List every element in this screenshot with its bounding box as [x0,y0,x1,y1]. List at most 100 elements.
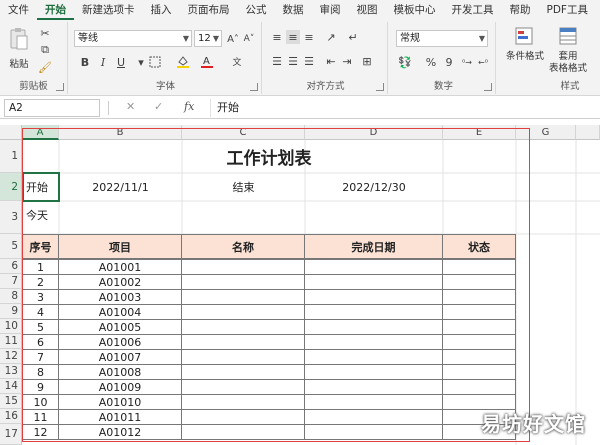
bold-button[interactable]: B [78,55,92,69]
paste-icon[interactable] [8,26,30,52]
conditional-format-button[interactable]: 条件格式 [502,48,548,62]
row-header[interactable]: 13 [0,364,22,379]
align-middle-icon[interactable]: ≡ [286,30,300,44]
row-no-cell[interactable]: 1 [22,259,59,275]
paste-label[interactable]: 粘贴 [6,56,32,70]
chevron-down-icon[interactable]: ▾ [134,55,148,69]
insert-function-icon[interactable]: fx [184,100,194,113]
row-header[interactable]: 14 [0,379,22,394]
row-no-cell[interactable]: 4 [22,304,59,320]
tab-new-tab[interactable]: 新建选项卡 [74,0,143,20]
wrap-text-icon[interactable]: ↵ [346,30,360,44]
tab-formulas[interactable]: 公式 [238,0,275,20]
header-status[interactable]: 状态 [442,234,516,259]
italic-button[interactable]: I [96,55,110,69]
tab-view[interactable]: 视图 [349,0,386,20]
row-no-cell[interactable]: 8 [22,364,59,380]
decrease-decimal-icon[interactable]: ←⁰ [476,55,490,69]
percent-button[interactable]: % [424,55,438,69]
column-header-c[interactable]: C [182,125,305,140]
row-date-cell[interactable] [304,334,443,350]
row-item-cell[interactable]: A01010 [58,394,182,410]
column-header-d[interactable]: D [305,125,443,140]
format-painter-icon[interactable]: 🖌 [38,60,52,74]
tab-template-center[interactable]: 模板中心 [386,0,444,20]
tab-home[interactable]: 开始 [37,0,74,20]
row-no-cell[interactable]: 12 [22,424,59,440]
row-item-cell[interactable]: A01007 [58,349,182,365]
font-launcher-icon[interactable] [250,83,258,91]
row-header[interactable]: 8 [0,289,22,304]
number-launcher-icon[interactable] [484,83,492,91]
end-date-cell[interactable]: 2022/12/30 [305,173,443,201]
row-item-cell[interactable]: A01006 [58,334,182,350]
row-status-cell[interactable] [442,379,516,395]
select-all-corner[interactable] [0,125,22,140]
column-header-next[interactable] [576,125,600,140]
row-item-cell[interactable]: A01011 [58,409,182,425]
header-name[interactable]: 名称 [181,234,305,259]
column-header-g[interactable]: G [516,125,576,140]
row-item-cell[interactable]: A01003 [58,289,182,305]
comma-style-button[interactable]: 9 [442,55,456,69]
row-date-cell[interactable] [304,304,443,320]
row-date-cell[interactable] [304,259,443,275]
copy-icon[interactable]: ⧉ [38,43,52,57]
row-date-cell[interactable] [304,349,443,365]
row-date-cell[interactable] [304,424,443,440]
row-name-cell[interactable] [181,304,305,320]
row-date-cell[interactable] [304,409,443,425]
row-status-cell[interactable] [442,274,516,290]
row-item-cell[interactable]: A01002 [58,274,182,290]
enter-icon[interactable]: ✓ [154,100,163,113]
row-date-cell[interactable] [304,319,443,335]
phonetic-icon[interactable]: 文 [230,54,244,68]
row-no-cell[interactable]: 9 [22,379,59,395]
row-header[interactable]: 10 [0,319,22,334]
tab-review[interactable]: 审阅 [312,0,349,20]
row-name-cell[interactable] [181,379,305,395]
row-no-cell[interactable]: 5 [22,319,59,335]
row-date-cell[interactable] [304,394,443,410]
row-status-cell[interactable] [442,259,516,275]
clipboard-launcher-icon[interactable] [56,83,64,91]
sheet-title[interactable]: 工作计划表 [22,140,516,173]
today-label-cell[interactable]: 今天 [24,201,59,229]
row-status-cell[interactable] [442,304,516,320]
align-top-icon[interactable]: ≡ [270,30,284,44]
row-name-cell[interactable] [181,349,305,365]
font-color-icon[interactable]: A [200,54,214,68]
number-format-combo[interactable]: 常规 ▼ [396,30,488,47]
currency-icon[interactable]: 💱 [398,55,412,69]
row-status-cell[interactable] [442,289,516,305]
column-header-b[interactable]: B [59,125,182,140]
format-as-table-label-2[interactable]: 表格格式 [544,60,592,74]
formula-input[interactable]: 开始 [210,99,598,117]
font-size-combo[interactable]: 12 ▼ [194,30,222,47]
row-status-cell[interactable] [442,319,516,335]
underline-button[interactable]: U [114,55,128,69]
tab-file[interactable]: 文件 [0,0,37,20]
tab-developer[interactable]: 开发工具 [444,0,502,20]
row-item-cell[interactable]: A01008 [58,364,182,380]
format-as-table-icon[interactable] [558,26,578,46]
row-name-cell[interactable] [181,424,305,440]
row-date-cell[interactable] [304,289,443,305]
row-header[interactable]: 15 [0,394,22,409]
align-right-icon[interactable]: ☰ [302,54,316,68]
row-date-cell[interactable] [304,379,443,395]
row-name-cell[interactable] [181,274,305,290]
row-header[interactable]: 5 [0,234,22,259]
font-name-combo[interactable]: 等线 ▼ [74,30,192,47]
tab-data[interactable]: 数据 [275,0,312,20]
row-item-cell[interactable]: A01001 [58,259,182,275]
row-header[interactable]: 7 [0,274,22,289]
row-date-cell[interactable] [304,364,443,380]
fill-color-icon[interactable] [176,54,190,68]
row-item-cell[interactable]: A01005 [58,319,182,335]
tab-page-layout[interactable]: 页面布局 [180,0,238,20]
conditional-format-icon[interactable] [514,26,534,46]
row-no-cell[interactable]: 11 [22,409,59,425]
tab-insert[interactable]: 插入 [143,0,180,20]
row-name-cell[interactable] [181,394,305,410]
